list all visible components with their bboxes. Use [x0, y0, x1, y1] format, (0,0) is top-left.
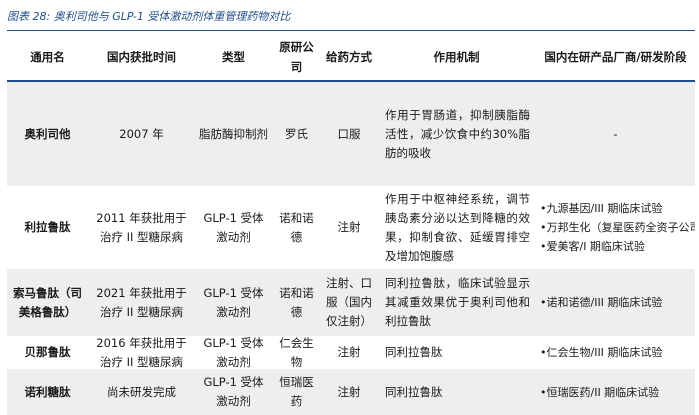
header-approval: 国内获批时间 [88, 34, 195, 82]
row-3-mechanism-text: 同利拉鲁肽，临床试验显示其减重效果优于奥利司他和利拉鲁肽 [385, 276, 530, 328]
row-1-approval: 2007 年 [88, 82, 195, 186]
row-2-name: 利拉鲁肽 [7, 186, 88, 269]
row-5-mechanism: 同利拉鲁肽 [377, 369, 536, 415]
comparison-table: 通用名 国内获批时间 类型 原研公司 给药方式 作用机制 国内在研产品厂商/研发… [7, 34, 695, 415]
row-1-domestic: - [536, 82, 695, 186]
domestic-item: •九源基因/III 期临床试验 [540, 202, 663, 215]
row-5-route: 注射 [321, 369, 377, 415]
row-2-domestic: •九源基因/III 期临床试验 •万邦生化（复星医药全资子公司）/III 期临床… [536, 186, 695, 269]
row-1-route: 口服 [321, 82, 377, 186]
row-2-type: GLP-1 受体激动剂 [195, 186, 272, 269]
domestic-item: •仁会生物/III 期临床试验 [540, 346, 663, 359]
domestic-item: •万邦生化（复星医药全资子公司）/III 期临床试验 [540, 221, 695, 234]
domestic-item: •诺和诺德/III 期临床试验 [540, 296, 663, 309]
row-3-type: GLP-1 受体激动剂 [195, 269, 272, 336]
row-1-name: 奥利司他 [7, 82, 88, 186]
row-4-route: 注射 [321, 336, 377, 369]
row-5-approval: 尚未研发完成 [88, 369, 195, 415]
row-3-name: 索马鲁肽（司美格鲁肽） [7, 269, 88, 336]
row-4-name: 贝那鲁肽 [7, 336, 88, 369]
row-3-domestic: •诺和诺德/III 期临床试验 [536, 269, 695, 336]
row-4-domestic: •仁会生物/III 期临床试验 [536, 336, 695, 369]
row-4-mechanism: 同利拉鲁肽 [377, 336, 536, 369]
row-1-mechanism-text: 作用于胃肠道，抑制胰脂酶活性，减少饮食中约30%脂肪的吸收 [385, 107, 530, 160]
domestic-list: •恒瑞医药/II 期临床试验 [540, 383, 659, 402]
row-2-route: 注射 [321, 186, 377, 269]
row-3-company: 诺和诺德 [272, 269, 321, 336]
header-mechanism: 作用机制 [377, 34, 536, 82]
domestic-list: •九源基因/III 期临床试验 •万邦生化（复星医药全资子公司）/III 期临床… [540, 199, 695, 256]
domestic-list: •仁会生物/III 期临床试验 [540, 343, 662, 362]
row-2-mechanism: 作用于中枢神经系统，调节胰岛素分泌以达到降糖的效果，抑制食欲、延缓胃排空及增加饱… [377, 186, 536, 269]
domestic-item: •爱美客/I 期临床试验 [540, 240, 645, 253]
row-3-mechanism: 同利拉鲁肽，临床试验显示其减重效果优于奥利司他和利拉鲁肽 [377, 269, 536, 336]
header-domestic: 国内在研产品厂商/研发阶段 [536, 34, 695, 82]
row-4-approval: 2016 年获批用于治疗 II 型糖尿病 [88, 336, 195, 369]
header-company: 原研公司 [272, 34, 321, 82]
row-5-domestic: •恒瑞医药/II 期临床试验 [536, 369, 695, 415]
row-2-company: 诺和诺德 [272, 186, 321, 269]
header-route: 给药方式 [321, 34, 377, 82]
row-3-approval: 2021 年获批用于治疗 II 型糖尿病 [88, 269, 195, 336]
row-3-route: 注射、口服（国内仅注射） [321, 269, 377, 336]
row-1-type: 脂肪酶抑制剂 [195, 82, 272, 186]
header-type: 类型 [195, 34, 272, 82]
row-2-mechanism-text: 作用于中枢神经系统，调节胰岛素分泌以达到降糖的效果，抑制食欲、延缓胃排空及增加饱… [385, 191, 530, 263]
row-5-name: 诺利糖肽 [7, 369, 88, 415]
domestic-list: •诺和诺德/III 期临床试验 [540, 293, 662, 312]
row-5-company: 恒瑞医药 [272, 369, 321, 415]
row-1-company: 罗氏 [272, 82, 321, 186]
row-4-company: 仁会生物 [272, 336, 321, 369]
row-4-type: GLP-1 受体激动剂 [195, 336, 272, 369]
figure-caption: 图表 28: 奥利司他与 GLP-1 受体激动剂体重管理药物对比 [7, 10, 291, 23]
domestic-item: •恒瑞医药/II 期临床试验 [540, 385, 660, 399]
row-2-approval: 2011 年获批用于治疗 II 型糖尿病 [88, 186, 195, 269]
caption-divider [7, 30, 695, 31]
row-1-mechanism: 作用于胃肠道，抑制胰脂酶活性，减少饮食中约30%脂肪的吸收 [377, 82, 536, 186]
row-5-type: GLP-1 受体激动剂 [195, 369, 272, 415]
header-name: 通用名 [7, 34, 88, 82]
